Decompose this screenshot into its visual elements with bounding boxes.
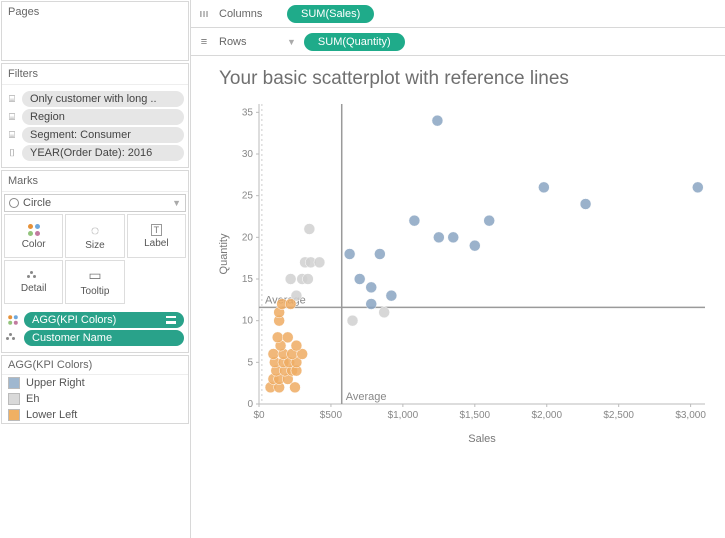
database-icon: ⌸ xyxy=(6,111,18,123)
legend-swatch xyxy=(8,409,20,421)
svg-text:25: 25 xyxy=(242,191,254,202)
marks-pill-kpi-colors[interactable]: AGG(KPI Colors) xyxy=(24,312,184,328)
marks-size-label: Size xyxy=(85,240,104,251)
marks-tooltip-button[interactable]: ▭ Tooltip xyxy=(65,260,124,304)
text-icon: T xyxy=(151,224,163,236)
columns-icon: ııı xyxy=(197,8,211,20)
marks-label-label: Label xyxy=(144,238,168,249)
filter-pill[interactable]: ⌸ Region xyxy=(6,109,184,125)
scatter-plot[interactable]: AverageAverage05101520253035$0$500$1,000… xyxy=(215,98,715,448)
chart-area: Your basic scatterplot with reference li… xyxy=(191,56,725,538)
filters-label: Filters xyxy=(2,64,188,85)
database-icon: ⌸ xyxy=(6,129,18,141)
marks-tooltip-label: Tooltip xyxy=(81,286,110,297)
svg-text:$0: $0 xyxy=(253,410,265,421)
database-icon: ⌸ xyxy=(6,93,18,105)
svg-text:Quantity: Quantity xyxy=(218,233,230,274)
marks-panel: Marks Circle ▼ Color ◌ Size T Label xyxy=(1,170,189,353)
legend-item[interactable]: Eh xyxy=(2,391,188,407)
svg-text:0: 0 xyxy=(247,399,253,410)
filter-label: Segment: Consumer xyxy=(22,127,184,143)
legend-title: AGG(KPI Colors) xyxy=(2,356,188,375)
columns-shelf[interactable]: ııı Columns SUM(Sales) xyxy=(191,0,725,28)
legend-swatch xyxy=(8,393,20,405)
legend-label: Upper Right xyxy=(26,377,85,389)
tooltip-icon: ▭ xyxy=(88,267,101,284)
color-legend-panel: AGG(KPI Colors) Upper Right Eh Lower Left xyxy=(1,355,189,424)
marks-size-button[interactable]: ◌ Size xyxy=(65,214,124,258)
svg-text:10: 10 xyxy=(242,316,254,327)
marks-color-button[interactable]: Color xyxy=(4,214,63,258)
legend-label: Eh xyxy=(26,393,39,405)
svg-text:15: 15 xyxy=(242,274,254,285)
circle-icon xyxy=(9,198,19,208)
filter-label: Region xyxy=(22,109,184,125)
legend-label: Lower Left xyxy=(26,409,77,421)
marks-type-label: Circle xyxy=(23,197,51,209)
chevron-down-icon: ▼ xyxy=(287,37,296,47)
detail-icon xyxy=(6,333,20,343)
svg-text:30: 30 xyxy=(242,149,254,160)
filter-pill[interactable]: ⌷ YEAR(Order Date): 2016 xyxy=(6,145,184,161)
svg-text:$500: $500 xyxy=(320,410,343,421)
marks-type-dropdown[interactable]: Circle ▼ xyxy=(4,194,186,212)
marks-label: Marks xyxy=(2,171,188,192)
rows-icon: ≡ xyxy=(197,36,211,48)
chart-title: Your basic scatterplot with reference li… xyxy=(219,68,715,90)
rows-label: Rows xyxy=(219,36,279,48)
marks-label-button[interactable]: T Label xyxy=(127,214,186,258)
palette-icon xyxy=(27,223,41,237)
legend-swatch xyxy=(8,377,20,389)
svg-text:$1,000: $1,000 xyxy=(388,410,419,421)
svg-text:Average: Average xyxy=(346,391,387,403)
calendar-icon: ⌷ xyxy=(6,147,18,159)
filter-label: Only customer with long .. xyxy=(22,91,184,107)
detail-icon xyxy=(27,271,41,281)
pages-panel: Pages xyxy=(1,1,189,61)
chevron-down-icon: ▼ xyxy=(172,198,181,208)
filters-panel: Filters ⌸ Only customer with long .. ⌸ Regi… xyxy=(1,63,189,168)
filter-label: YEAR(Order Date): 2016 xyxy=(22,145,184,161)
filter-pill[interactable]: ⌸ Segment: Consumer xyxy=(6,127,184,143)
rows-shelf[interactable]: ≡ Rows ▼ SUM(Quantity) xyxy=(191,28,725,56)
columns-label: Columns xyxy=(219,8,279,20)
legend-item[interactable]: Lower Left xyxy=(2,407,188,423)
svg-text:35: 35 xyxy=(242,107,254,118)
marks-color-label: Color xyxy=(22,239,46,250)
legend-item[interactable]: Upper Right xyxy=(2,375,188,391)
svg-text:Sales: Sales xyxy=(468,433,496,445)
filter-pill[interactable]: ⌸ Only customer with long .. xyxy=(6,91,184,107)
marks-pill-customer-label: Customer Name xyxy=(32,332,112,344)
columns-pill[interactable]: SUM(Sales) xyxy=(287,5,374,23)
marks-pill-customer[interactable]: Customer Name xyxy=(24,330,184,346)
svg-text:$3,000: $3,000 xyxy=(675,410,706,421)
svg-text:20: 20 xyxy=(242,232,254,243)
svg-text:5: 5 xyxy=(247,357,253,368)
size-icon: ◌ xyxy=(91,222,99,238)
marks-detail-label: Detail xyxy=(21,283,47,294)
rows-pill[interactable]: SUM(Quantity) xyxy=(304,33,405,51)
svg-text:$1,500: $1,500 xyxy=(460,410,491,421)
sort-icon xyxy=(166,316,176,324)
palette-icon xyxy=(7,314,18,325)
marks-detail-button[interactable]: Detail xyxy=(4,260,63,304)
marks-pill-kpi-label: AGG(KPI Colors) xyxy=(32,314,116,326)
svg-text:$2,500: $2,500 xyxy=(603,410,634,421)
svg-text:$2,000: $2,000 xyxy=(531,410,562,421)
pages-label: Pages xyxy=(2,2,188,22)
